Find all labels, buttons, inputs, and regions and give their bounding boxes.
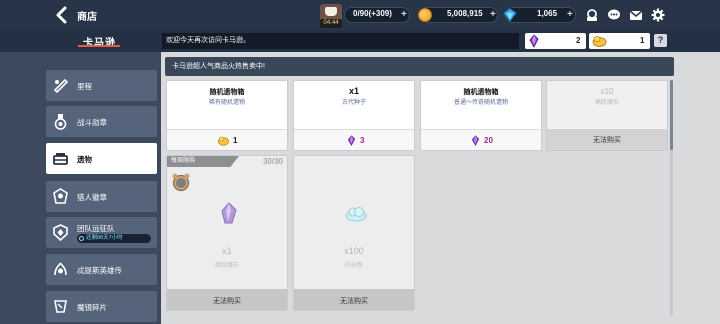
sidebar-item-label: 猎人徽章 [77, 193, 107, 202]
sidebar-item-mirror-shard[interactable]: 魔镜碎片 [46, 291, 157, 322]
item-title: 随机遗物箱 [209, 89, 245, 96]
item-quantity: x10 [600, 87, 614, 96]
shop-item-high-magic-stone[interactable]: x10 高阶魔石 无法购买 [546, 80, 668, 151]
scrollbar-thumb[interactable] [670, 80, 673, 150]
ranking-icon[interactable] [585, 8, 599, 22]
item-subtitle: 古代种子 [341, 100, 366, 106]
gold-plus-button[interactable]: + [490, 9, 496, 21]
back-arrow-icon[interactable] [53, 6, 71, 24]
item-subtitle: 普通～传奇随机遗物 [453, 100, 508, 106]
gold-ticket-icon [218, 136, 229, 146]
item-title: 随机遗物箱 [463, 89, 499, 96]
shop-item-random-relic-box-2[interactable]: 随机遗物箱 普通～传奇随机遗物 20 [420, 80, 542, 151]
cloud-powder-icon [345, 207, 367, 222]
page-title: 商店 [77, 12, 97, 23]
sidebar-item-relic[interactable]: 遗物 [46, 143, 157, 174]
item-subtitle: 稀有随机遗物 [208, 100, 245, 106]
item-quantity: x1 [348, 86, 359, 96]
sidebar-item-expedition[interactable]: 团队远征队 还剩88天7小时 [46, 217, 157, 248]
shop-item-ancient-seed[interactable]: x1 古代种子 3 [293, 80, 415, 151]
cannot-buy-button[interactable]: 无法购买 [167, 289, 287, 310]
item-name: 闪光粉 [344, 263, 363, 269]
item-price: 1 [233, 136, 238, 145]
item-quantity: x1 [222, 246, 232, 256]
diamond-icon [503, 8, 517, 22]
cannot-buy-label: 无法购买 [213, 298, 241, 305]
item-subtitle: 高阶魔石 [594, 100, 619, 106]
buy-button[interactable]: 1 [167, 129, 287, 150]
sidebar-item-battle-medal[interactable]: 战斗勋章 [46, 106, 157, 137]
sidebar-item-label: 里程 [77, 82, 92, 91]
item-quantity: x100 [344, 246, 364, 256]
gear-icon[interactable] [651, 8, 665, 22]
medal-icon [54, 114, 67, 130]
shop-item-random-relic-box[interactable]: 随机遗物箱 稀有随机遗物 1 [166, 80, 288, 151]
mail-icon[interactable] [629, 8, 643, 22]
gold-value: 5,008,915 [447, 9, 483, 18]
energy-plus-button[interactable]: + [401, 9, 407, 21]
sidebar-item-hero-saga[interactable]: 忒提斯英雄传 [46, 254, 157, 285]
limit-count: 30/30 [262, 157, 283, 166]
energy-value: 0/90(+309) [353, 9, 392, 18]
gold-coin-icon [418, 8, 432, 22]
purple-crystal-count: 2 [576, 36, 581, 45]
limited-item-sparkle-powder[interactable]: x100 闪光粉 无法购买 [293, 155, 415, 311]
chat-icon[interactable] [607, 8, 621, 22]
sidebar-item-mileage[interactable]: 里程 [46, 70, 157, 101]
cannot-buy-button[interactable]: 无法购买 [294, 289, 414, 310]
hero-icon [54, 262, 67, 276]
mirror-icon [54, 300, 67, 313]
cannot-buy-label: 无法购买 [593, 137, 621, 144]
mileage-icon [53, 78, 69, 94]
buy-button[interactable]: 3 [294, 129, 414, 150]
welcome-message: 欢迎今天再次访问卡马逊。 [162, 33, 519, 49]
help-button[interactable]: ? [654, 34, 667, 47]
weekly-limit-tag: 每周限购 [167, 156, 239, 167]
promo-banner: 卡马逊超人气商品火热售卖中! [165, 57, 674, 76]
cannot-buy-button[interactable]: 无法购买 [547, 129, 667, 150]
sidebar-item-hunter-badge[interactable]: 猎人徽章 [46, 181, 157, 212]
sidebar-item-label: 魔镜碎片 [77, 303, 107, 312]
buy-button[interactable]: 20 [421, 129, 541, 150]
gold-ticket-count: 1 [640, 36, 645, 45]
alarm-clock-icon [172, 173, 190, 192]
purple-crystal-icon [347, 135, 356, 146]
expedition-timer: 还剩88天7小时 [77, 234, 151, 243]
item-name: 周阶魔石 [214, 263, 239, 269]
item-price: 3 [360, 136, 365, 145]
purple-crystal-icon [529, 34, 539, 48]
clock-icon [79, 236, 84, 241]
item-price: 20 [484, 136, 493, 145]
gem-plus-button[interactable]: + [567, 9, 573, 21]
purple-crystal-icon [221, 202, 237, 224]
expedition-icon [53, 224, 68, 241]
sidebar-item-label: 忒提斯英雄传 [77, 266, 122, 275]
sidebar-item-label: 团队远征队 [77, 224, 115, 233]
relic-icon [53, 153, 68, 165]
badge-icon [53, 188, 68, 204]
sidebar-item-label: 遗物 [77, 155, 92, 164]
sidebar-item-label: 战斗勋章 [77, 118, 107, 127]
purple-crystal-icon [471, 135, 480, 146]
expedition-timer-text: 还剩88天7小时 [86, 235, 123, 241]
gold-ticket-icon [592, 36, 607, 47]
gem-value: 1,065 [537, 9, 558, 18]
limited-item-magic-stone[interactable]: 每周限购 30/30 x1 周阶魔石 无法购买 [166, 155, 288, 311]
cannot-buy-label: 无法购买 [340, 298, 368, 305]
logo-underline [78, 45, 120, 47]
energy-timer: 04:44 [320, 19, 342, 28]
